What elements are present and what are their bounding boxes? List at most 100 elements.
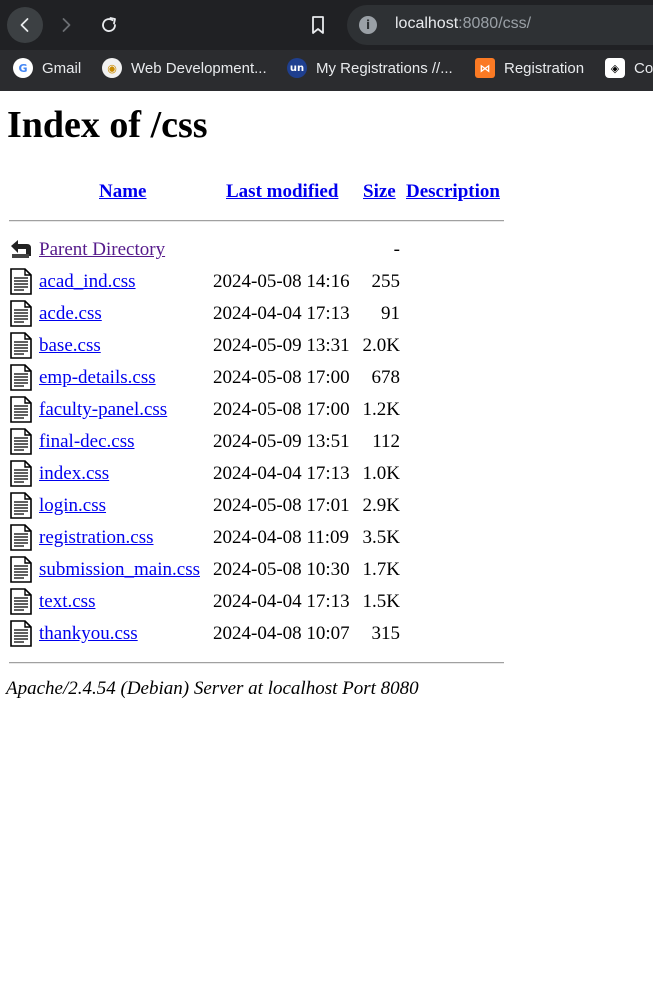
xampp-icon: ⋈ xyxy=(475,58,495,78)
file-link[interactable]: thankyou.css xyxy=(39,623,138,645)
page-title: Index of /css xyxy=(7,104,208,146)
file-modified: 2024-04-08 10:07 xyxy=(213,623,350,644)
document-icon xyxy=(10,364,32,391)
un-icon: un xyxy=(287,58,307,78)
file-size: 678 xyxy=(371,367,401,388)
table-row: submission_main.css 2024-05-08 10:30 1.7K xyxy=(0,555,520,587)
browser-toolbar: i localhost:8080/css/ xyxy=(0,0,653,50)
file-size: 112 xyxy=(372,431,400,452)
address-bar[interactable]: i localhost:8080/css/ xyxy=(347,5,653,45)
document-icon xyxy=(10,620,32,647)
reload-button[interactable] xyxy=(91,7,127,43)
bookmark-icon xyxy=(312,16,324,34)
table-row: registration.css 2024-04-08 11:09 3.5K xyxy=(0,523,520,555)
file-size: - xyxy=(393,239,400,260)
file-size: 1.7K xyxy=(362,559,400,580)
bookmark-web-development[interactable]: ◉ Web Development... xyxy=(102,56,267,80)
back-arrow-icon xyxy=(20,18,29,32)
table-row-parent: Parent Directory - xyxy=(0,235,520,267)
forward-arrow-icon xyxy=(62,18,71,32)
table-row: emp-details.css 2024-05-08 17:00 678 xyxy=(0,363,520,395)
file-size: 315 xyxy=(371,623,401,644)
back-button[interactable] xyxy=(7,7,43,43)
site-info-icon[interactable]: i xyxy=(359,16,377,34)
document-icon xyxy=(10,268,32,295)
back-folder-icon xyxy=(11,240,31,258)
bookmark-codepen[interactable]: ◈ Co xyxy=(605,56,653,80)
reload-icon xyxy=(102,17,116,32)
bookmark-label: Gmail xyxy=(42,59,82,77)
header-divider xyxy=(9,220,504,222)
file-size: 1.5K xyxy=(362,591,400,612)
file-modified: 2024-05-08 17:01 xyxy=(213,495,350,516)
table-row: index.css 2024-04-04 17:13 1.0K xyxy=(0,459,520,491)
sort-by-size-link[interactable]: Size xyxy=(363,181,396,203)
file-size: 2.9K xyxy=(362,495,400,516)
codepen-icon: ◈ xyxy=(605,58,625,78)
table-row: faculty-panel.css 2024-05-08 17:00 1.2K xyxy=(0,395,520,427)
document-icon xyxy=(10,588,32,615)
file-link[interactable]: text.css xyxy=(39,591,95,613)
document-icon xyxy=(10,460,32,487)
file-link[interactable]: acde.css xyxy=(39,303,102,325)
file-link[interactable]: submission_main.css xyxy=(39,559,200,581)
file-modified: 2024-04-04 17:13 xyxy=(213,591,350,612)
file-modified: 2024-05-09 13:31 xyxy=(213,335,350,356)
parent-directory-link[interactable]: Parent Directory xyxy=(39,239,165,261)
file-size: 3.5K xyxy=(362,527,400,548)
sort-by-name-link[interactable]: Name xyxy=(99,181,146,203)
file-link[interactable]: emp-details.css xyxy=(39,367,156,389)
file-link[interactable]: login.css xyxy=(39,495,106,517)
document-icon xyxy=(10,332,32,359)
table-row: text.css 2024-04-04 17:13 1.5K xyxy=(0,587,520,619)
file-size: 2.0K xyxy=(362,335,400,356)
document-icon xyxy=(10,524,32,551)
file-link[interactable]: final-dec.css xyxy=(39,431,134,453)
table-row: thankyou.css 2024-04-08 10:07 315 xyxy=(0,619,520,651)
sort-by-description-link[interactable]: Description xyxy=(406,181,500,203)
file-link[interactable]: registration.css xyxy=(39,527,154,549)
file-link[interactable]: acad_ind.css xyxy=(39,271,136,293)
file-size: 1.2K xyxy=(362,399,400,420)
document-icon xyxy=(10,396,32,423)
file-link[interactable]: base.css xyxy=(39,335,101,357)
table-row: acde.css 2024-04-04 17:13 91 xyxy=(0,299,520,331)
bookmark-label: My Registrations //... xyxy=(316,59,453,77)
webdev-icon: ◉ xyxy=(102,58,122,78)
file-modified: 2024-04-08 11:09 xyxy=(213,527,349,548)
file-link[interactable]: faculty-panel.css xyxy=(39,399,167,421)
document-icon xyxy=(10,428,32,455)
forward-button[interactable] xyxy=(48,7,84,43)
bookmark-my-registrations[interactable]: un My Registrations //... xyxy=(287,56,453,80)
document-icon xyxy=(10,492,32,519)
sort-by-last-modified-link[interactable]: Last modified xyxy=(226,181,338,203)
file-modified: 2024-05-08 14:16 xyxy=(213,271,350,292)
url-text[interactable]: localhost:8080/css/ xyxy=(395,15,531,33)
file-modified: 2024-05-08 10:30 xyxy=(213,559,350,580)
url-path: :8080/css/ xyxy=(458,15,532,32)
table-row: final-dec.css 2024-05-09 13:51 112 xyxy=(0,427,520,459)
file-link[interactable]: index.css xyxy=(39,463,109,485)
bookmark-page-button[interactable] xyxy=(300,7,336,43)
google-icon: G xyxy=(13,58,33,78)
file-size: 91 xyxy=(381,303,400,324)
table-row: acad_ind.css 2024-05-08 14:16 255 xyxy=(0,267,520,299)
file-modified: 2024-05-09 13:51 xyxy=(213,431,350,452)
bookmark-label: Co xyxy=(634,59,653,77)
file-size: 255 xyxy=(371,271,401,292)
document-icon xyxy=(10,300,32,327)
file-modified: 2024-04-04 17:13 xyxy=(213,463,350,484)
file-size: 1.0K xyxy=(362,463,400,484)
table-row: login.css 2024-05-08 17:01 2.9K xyxy=(0,491,520,523)
bookmarks-bar: G Gmail ◉ Web Development... un My Regis… xyxy=(0,50,653,91)
bookmark-label: Registration xyxy=(504,59,585,77)
table-row: base.css 2024-05-09 13:31 2.0K xyxy=(0,331,520,363)
bookmark-label: Web Development... xyxy=(131,59,267,77)
file-modified: 2024-05-08 17:00 xyxy=(213,367,350,388)
document-icon xyxy=(10,556,32,583)
file-modified: 2024-05-08 17:00 xyxy=(213,399,350,420)
bookmark-gmail[interactable]: G Gmail xyxy=(13,56,81,80)
file-modified: 2024-04-04 17:13 xyxy=(213,303,350,324)
url-host: localhost xyxy=(395,15,459,32)
bookmark-registration[interactable]: ⋈ Registration xyxy=(475,56,584,80)
